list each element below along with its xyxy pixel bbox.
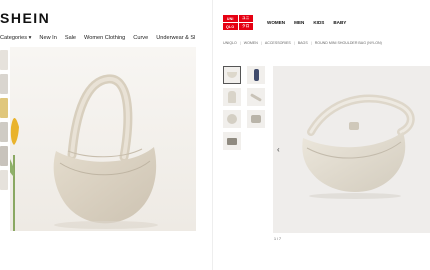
uniqlo-nav-women[interactable]: WOMEN [267,20,285,25]
uniqlo-thumbnail[interactable] [247,110,265,128]
shein-product-image[interactable] [10,47,196,231]
breadcrumb: UNIQLO | WOMEN | ACCESSORIES | BAGS | RO… [223,41,382,45]
shein-logo[interactable]: SHEIN [0,10,50,26]
chevron-left-icon[interactable]: ‹ [277,146,280,154]
breadcrumb-separator: | [310,41,312,45]
uniqlo-thumbnail[interactable] [247,88,265,106]
breadcrumb-separator: | [293,41,295,45]
uniqlo-nav-baby[interactable]: BABY [333,20,346,25]
breadcrumb-women[interactable]: WOMEN [244,41,258,45]
uniqlo-nav-men[interactable]: MEN [294,20,304,25]
image-counter: 1 / 7 [274,237,281,241]
uniqlo-thumbnail[interactable] [247,66,265,84]
shein-thumbnail[interactable] [0,50,8,70]
uniqlo-thumbnail[interactable] [223,88,241,106]
shein-nav-sale[interactable]: Sale [65,35,76,41]
shein-thumbnail[interactable] [0,170,8,190]
uniqlo-thumbnail[interactable] [223,132,241,150]
shein-thumbnail-strip [0,50,8,194]
shein-window: SHEIN Categories ▾ New In Sale Women Clo… [0,0,212,270]
uniqlo-logo-cell: ユニ [238,15,253,22]
uniqlo-logo-cell: UNI [223,15,238,22]
uniqlo-thumbnail[interactable] [223,110,241,128]
uniqlo-nav: WOMEN MEN KIDS BABY [267,20,346,25]
uniqlo-logo-cell: QLO [223,23,238,30]
shein-thumbnail[interactable] [0,122,8,142]
shein-nav-women-clothing[interactable]: Women Clothing [84,35,125,41]
uniqlo-product-image[interactable] [273,66,430,233]
uniqlo-nav-kids[interactable]: KIDS [313,20,324,25]
breadcrumb-separator: | [260,41,262,45]
shein-nav-underwear[interactable]: Underwear & Sl [156,35,195,41]
uniqlo-thumbnail[interactable] [223,66,241,84]
breadcrumb-product: ROUND MINI SHOULDER BAG (NYLON) [314,41,382,45]
breadcrumb-accessories[interactable]: ACCESSORIES [265,41,291,45]
breadcrumb-separator: | [239,41,241,45]
uniqlo-thumbnail-grid [223,66,265,150]
shein-nav-categories[interactable]: Categories ▾ [0,35,31,41]
shein-nav-new-in[interactable]: New In [39,35,56,41]
shein-nav: Categories ▾ New In Sale Women Clothing … [0,35,195,41]
breadcrumb-bags[interactable]: BAGS [298,41,308,45]
shein-thumbnail[interactable] [0,74,8,94]
uniqlo-logo[interactable]: UNI ユニ QLO クロ [223,15,253,30]
breadcrumb-uniqlo[interactable]: UNIQLO [223,41,237,45]
shoulder-bag-image [10,47,196,231]
uniqlo-window: UNI ユニ QLO クロ WOMEN MEN KIDS BABY UNIQLO… [213,0,430,270]
shein-nav-curve[interactable]: Curve [133,35,148,41]
shoulder-bag-image [273,66,430,233]
uniqlo-logo-cell: クロ [238,23,253,30]
shein-thumbnail[interactable] [0,146,8,166]
shein-thumbnail[interactable] [0,98,8,118]
